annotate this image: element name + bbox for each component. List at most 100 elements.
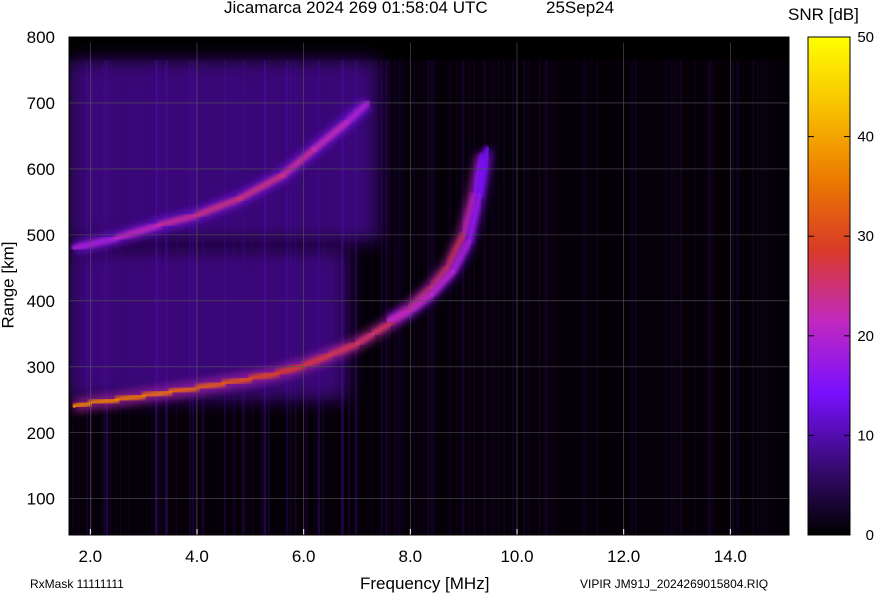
noise-stripe [189,60,191,535]
noise-stripe [596,60,598,535]
echo-point [371,332,375,336]
noise-stripe [105,60,108,535]
noise-stripe [78,60,81,535]
echo-point [72,246,76,250]
noise-stripe [576,60,578,535]
echo-point [467,239,471,243]
noise-stripe [267,60,271,535]
noise-stripe [86,60,88,535]
noise-stripe [71,60,75,535]
file-label: VIPIR JM91J_2024269015804.RIQ [580,577,769,591]
noise-stripe [503,60,505,535]
noise-stripe [191,60,195,535]
noise-stripe [293,60,297,535]
noise-stripe [585,60,588,535]
noise-stripe [710,60,713,535]
noise-stripe [393,60,396,535]
noise-stripe [378,60,380,535]
noise-stripe [403,60,406,535]
y-tick-label: 200 [27,424,55,443]
echo-point [158,223,162,227]
noise-stripe [655,60,657,535]
x-tick-label: 10.0 [500,547,533,566]
x-tick-label: 12.0 [607,547,640,566]
noise-stripe [761,60,764,535]
noise-stripe [165,60,167,535]
echo-point [238,197,242,201]
noise-stripe [491,60,493,535]
noise-stripe [693,60,696,535]
noise-stripe [527,60,530,535]
noise-stripe [666,60,669,535]
noise-stripe [713,60,715,535]
noise-stripe [449,60,453,535]
x-tick-label: 8.0 [399,547,423,566]
noise-stripe [493,60,496,535]
noise-stripe [143,60,145,535]
echo-point [72,404,76,408]
noise-stripe [146,60,149,535]
x-tick-label: 14.0 [714,547,747,566]
echo-point [344,121,348,125]
noise-stripe [468,60,471,535]
noise-stripe [322,60,324,535]
noise-stripe [119,60,122,535]
echo-trace-segment [167,384,200,395]
noise-stripe [201,60,204,535]
noise-stripe [397,60,399,535]
noise-stripe [542,60,545,535]
noise-stripe [190,60,191,535]
noise-stripe [772,60,775,535]
noise-stripe [554,60,556,535]
noise-stripe [473,60,475,535]
noise-stripe [630,60,634,535]
y-axis-label: Range [km] [0,241,18,329]
y-tick-label: 300 [27,358,55,377]
noise-stripe [402,60,404,535]
colorbar-tick-label: 0 [866,527,874,544]
ionogram-chart: 2.0 4.0 6.0 8.0 10.0 12.0 14.01002003004005006… [27,28,874,566]
noise-stripe [242,60,246,535]
noise-stripe [670,60,673,535]
colorbar [807,36,851,536]
colorbar-tick-label: 40 [857,129,874,146]
noise-stripe [522,60,525,535]
noise-stripe [540,60,541,535]
echo-point [387,319,391,323]
y-tick-label: 800 [27,28,55,47]
noise-stripe [461,60,465,535]
echo-point [142,394,146,398]
colorbar-tick-label: 30 [857,228,874,245]
noise-stripe [100,60,103,535]
noise-stripe [455,60,458,535]
y-tick-label: 600 [27,160,55,179]
noise-stripe [138,60,141,535]
noise-stripe [524,60,526,535]
noise-stripe [508,60,510,535]
echo-point [222,381,226,385]
noise-stripe [259,60,261,535]
echo-point [280,174,284,178]
chart-date: 25Sep24 [546,0,615,17]
noise-stripe [552,60,555,535]
noise-stripe [769,60,770,535]
echo-point [115,398,119,402]
noise-stripe [307,60,309,535]
noise-stripe [251,60,254,535]
noise-stripe [261,60,264,535]
noise-stripe [161,60,163,535]
noise-stripe [348,60,350,535]
noise-stripe [361,60,362,535]
colorbar-tick-label: 10 [857,427,874,444]
y-tick-label: 400 [27,292,55,311]
noise-stripe [647,60,649,535]
noise-stripe [731,60,734,535]
x-axis-label: Frequency [MHz] [360,574,490,593]
noise-stripe [317,60,321,535]
echo-point [275,371,279,375]
noise-stripe [127,60,130,535]
noise-stripe [766,60,769,535]
y-tick-label: 100 [27,490,55,509]
noise-stripe [538,60,541,535]
echo-point [328,353,332,357]
